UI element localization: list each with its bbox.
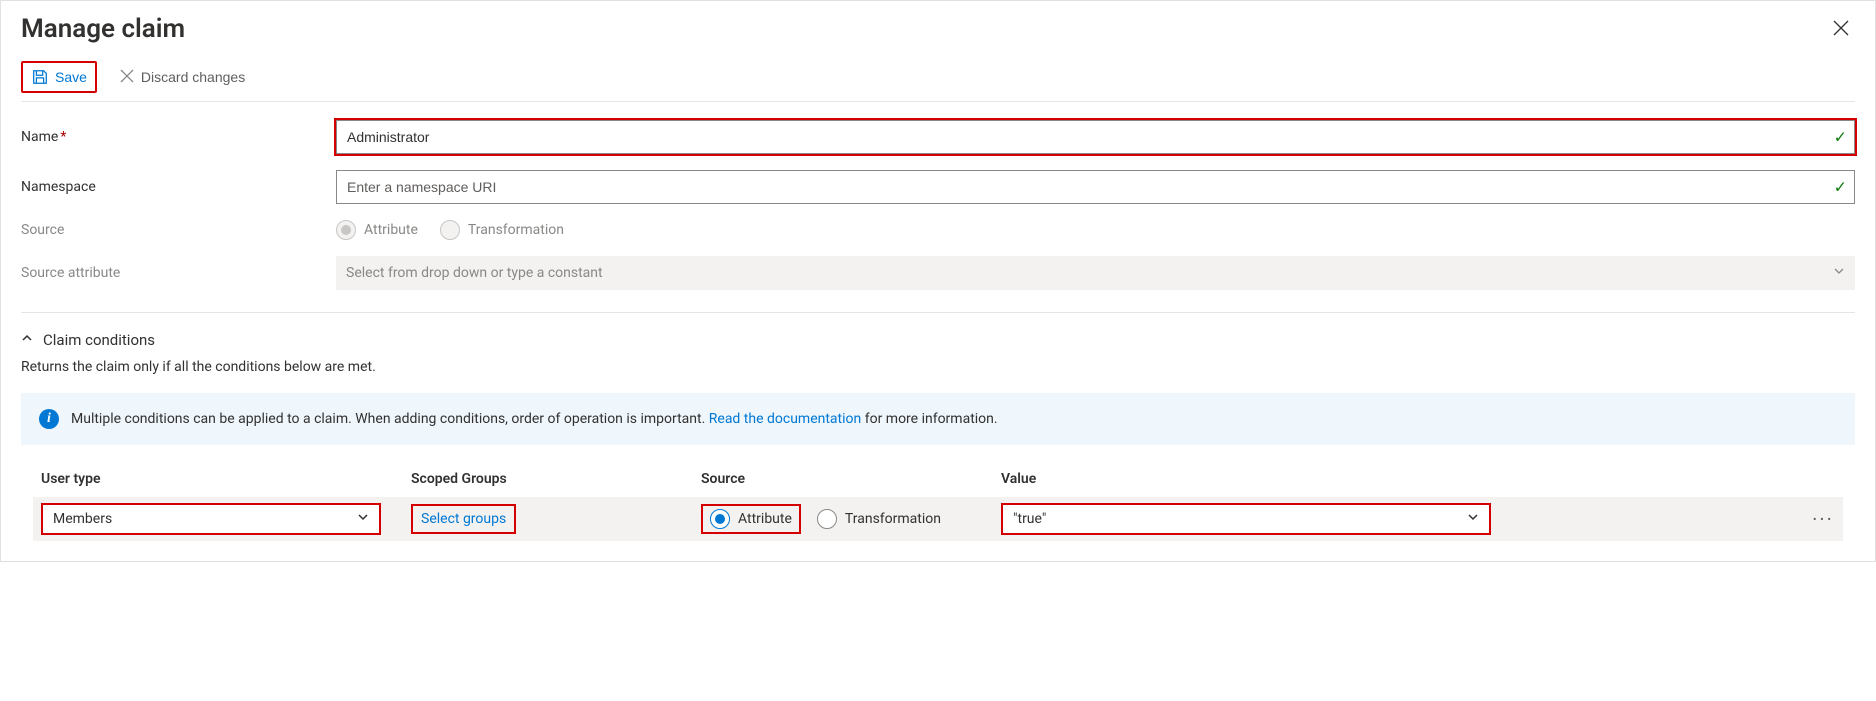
info-banner: i Multiple conditions can be applied to …	[21, 393, 1855, 445]
source-attribute-label: Source attribute	[21, 265, 336, 281]
condition-source-attribute[interactable]: Attribute	[701, 504, 801, 534]
panel-header: Manage claim	[21, 1, 1855, 53]
save-icon	[31, 68, 49, 86]
save-label: Save	[55, 69, 87, 85]
source-attribute-row: Source attribute Select from drop down o…	[21, 248, 1855, 298]
col-scoped-groups: Scoped Groups	[411, 471, 701, 487]
save-button[interactable]: Save	[21, 61, 97, 93]
source-label: Source	[21, 222, 336, 238]
name-label: Name*	[21, 129, 336, 145]
source-radio-transformation: Transformation	[440, 220, 564, 240]
claim-conditions-description: Returns the claim only if all the condit…	[21, 359, 1855, 375]
discard-label: Discard changes	[141, 69, 245, 85]
radio-icon	[440, 220, 460, 240]
value-dropdown[interactable]: "true"	[1001, 503, 1491, 535]
claim-conditions-toggle[interactable]: Claim conditions	[21, 327, 155, 353]
more-actions-button[interactable]: ···	[1803, 507, 1843, 531]
name-input[interactable]	[336, 120, 1855, 154]
user-type-dropdown[interactable]: Members	[41, 503, 381, 535]
conditions-header: User type Scoped Groups Source Value	[33, 471, 1843, 497]
claim-conditions-title: Claim conditions	[43, 331, 155, 349]
condition-source-transformation[interactable]: Transformation	[817, 509, 941, 529]
valid-check-icon: ✓	[1834, 178, 1847, 197]
divider	[21, 312, 1855, 313]
source-radio-group: Attribute Transformation	[336, 220, 564, 240]
manage-claim-panel: Manage claim Save Discard changes Name* …	[0, 0, 1876, 562]
conditions-table: User type Scoped Groups Source Value Mem…	[33, 471, 1843, 541]
info-text: Multiple conditions can be applied to a …	[71, 411, 998, 427]
chevron-down-icon	[1833, 265, 1845, 281]
discard-icon	[119, 68, 135, 87]
page-title: Manage claim	[21, 14, 185, 44]
valid-check-icon: ✓	[1834, 128, 1847, 147]
col-user-type: User type	[41, 471, 411, 487]
namespace-label: Namespace	[21, 179, 336, 195]
col-value: Value	[1001, 471, 1803, 487]
select-groups-link[interactable]: Select groups	[411, 504, 516, 534]
namespace-input-wrap: ✓	[336, 170, 1855, 204]
radio-icon	[710, 509, 730, 529]
col-source: Source	[701, 471, 1001, 487]
radio-icon	[817, 509, 837, 529]
namespace-row: Namespace ✓	[21, 162, 1855, 212]
source-row: Source Attribute Transformation	[21, 212, 1855, 248]
required-star: *	[60, 129, 66, 145]
condition-source-cell: Attribute Transformation	[701, 504, 1001, 534]
chevron-up-icon	[21, 332, 33, 348]
name-row: Name* ✓	[21, 112, 1855, 162]
toolbar: Save Discard changes	[21, 53, 1855, 102]
source-attribute-dropdown: Select from drop down or type a constant	[336, 256, 1855, 290]
chevron-down-icon	[357, 511, 369, 527]
namespace-input[interactable]	[336, 170, 1855, 204]
condition-row: Members Select groups Attribute Transfor…	[33, 497, 1843, 541]
source-radio-attribute: Attribute	[336, 220, 418, 240]
docs-link[interactable]: Read the documentation	[709, 411, 861, 427]
info-icon: i	[39, 409, 59, 429]
radio-icon	[336, 220, 356, 240]
name-input-wrap: ✓	[336, 120, 1855, 154]
discard-button[interactable]: Discard changes	[111, 63, 253, 92]
chevron-down-icon	[1467, 511, 1479, 527]
close-icon[interactable]	[1827, 11, 1855, 47]
